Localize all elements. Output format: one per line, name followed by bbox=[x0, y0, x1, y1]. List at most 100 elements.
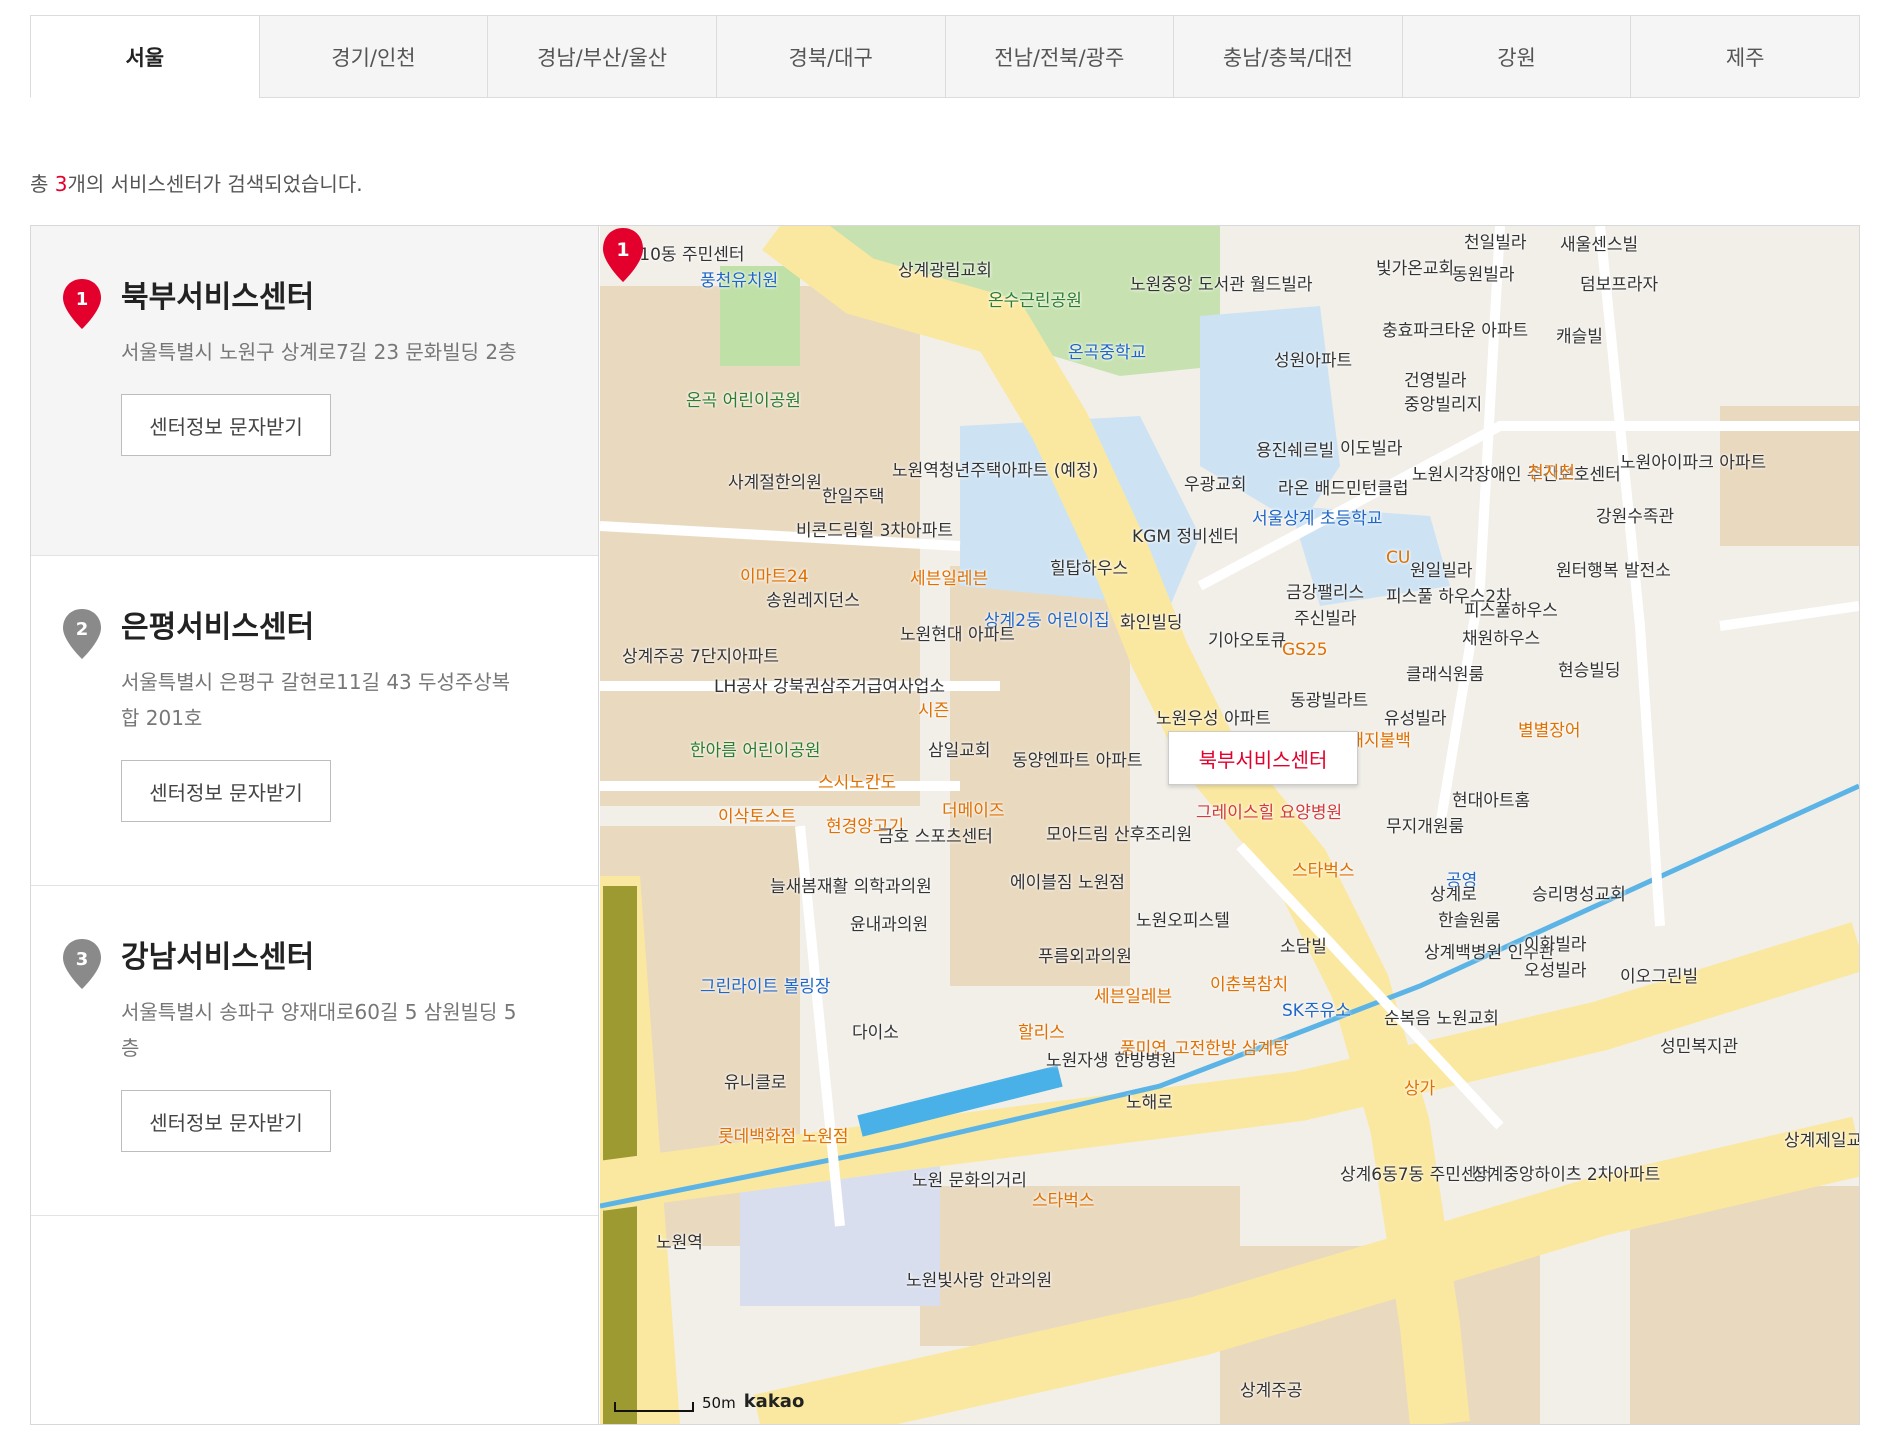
map-label: 용진쉐르빌 bbox=[1256, 441, 1335, 461]
map-label: 서울상계 초등학교 bbox=[1252, 509, 1383, 529]
map-label: 노원우성 아파트 bbox=[1156, 709, 1271, 729]
sms-info-button[interactable]: 센터정보 문자받기 bbox=[121, 760, 331, 822]
map-label: 롯데백화점 노원점 bbox=[718, 1127, 849, 1147]
map-label: LH공사 강북권삼주거급여사업소 bbox=[714, 677, 945, 697]
tab-jeju[interactable]: 제주 bbox=[1630, 16, 1859, 98]
map-label: 무지개원룸 bbox=[1386, 817, 1465, 837]
tab-gyeonggi-incheon[interactable]: 경기/인천 bbox=[258, 16, 488, 98]
summary-prefix: 총 bbox=[30, 172, 55, 196]
tab-chungnam-chungbuk-daejeon[interactable]: 충남/충북/대전 bbox=[1173, 16, 1402, 98]
map-label: 성원아파트 bbox=[1274, 351, 1353, 371]
map-label: 이춘복참치 bbox=[1210, 975, 1289, 995]
service-center-panel: 1 북부서비스센터 서울특별시 노원구 상계로7길 23 문화빌딩 2층 센터정… bbox=[30, 225, 1860, 1425]
map-label: 스타벅스 bbox=[1292, 861, 1355, 881]
map-label: 노원현대 아파트 bbox=[900, 625, 1015, 645]
map-label: 온곡 어린이공원 bbox=[686, 391, 801, 411]
map-label: 승리명성교회 bbox=[1532, 885, 1626, 905]
location-pin-icon: 1 bbox=[63, 279, 101, 329]
map-label: 이삭토스트 bbox=[718, 807, 797, 827]
tab-seoul[interactable]: 서울 bbox=[30, 16, 259, 98]
pin-number: 3 bbox=[76, 949, 89, 970]
map-scale: 50m kakao bbox=[614, 1391, 804, 1412]
tab-gyeongbuk-daegu[interactable]: 경북/대구 bbox=[715, 16, 945, 98]
map-label: 월드빌라 bbox=[1250, 275, 1313, 295]
map-label: 건영빌라 bbox=[1404, 371, 1467, 391]
scale-bar bbox=[614, 1402, 694, 1412]
map-label: 노원오피스텔 bbox=[1136, 911, 1230, 931]
map-label: 동양엔파트 아파트 bbox=[1012, 751, 1143, 771]
map-label: 덤보프라자 bbox=[1580, 275, 1659, 295]
map-label: SK주유소 bbox=[1282, 1001, 1351, 1021]
map-label: 강원수족관 bbox=[1596, 507, 1675, 527]
map-label: 라온 배드민턴클럽 bbox=[1278, 479, 1409, 499]
center-item-1[interactable]: 1 북부서비스센터 서울특별시 노원구 상계로7길 23 문화빌딩 2층 센터정… bbox=[31, 226, 598, 556]
map-label: 천일빌라 bbox=[1464, 233, 1527, 253]
pin-number: 2 bbox=[76, 619, 89, 640]
map-label: 다이소 bbox=[852, 1023, 899, 1043]
map-label: 시즌 bbox=[918, 701, 950, 721]
map-label: 세븐일레븐 bbox=[910, 569, 989, 589]
tab-gyeongnam-busan-ulsan[interactable]: 경남/부산/울산 bbox=[487, 16, 716, 98]
sms-info-button[interactable]: 센터정보 문자받기 bbox=[121, 1090, 331, 1152]
map-label: 주신빌라 bbox=[1294, 609, 1357, 629]
map-label: 풍천유치원 bbox=[700, 271, 779, 291]
map-label: 온수근린공원 bbox=[988, 291, 1082, 311]
map-label: 이오그린빌 bbox=[1620, 967, 1699, 987]
map-label: 오성빌라 bbox=[1524, 961, 1587, 981]
map-label: 더메이즈 bbox=[942, 801, 1005, 821]
center-name: 강남서비스센터 bbox=[121, 940, 315, 975]
map-label: 새울센스빌 bbox=[1560, 235, 1639, 255]
kakao-logo: kakao bbox=[743, 1391, 805, 1412]
map-label: 노원역청년주택아파트 (예정) bbox=[892, 461, 1099, 481]
map-label: 이도빌라 bbox=[1340, 439, 1403, 459]
location-pin-icon: 3 bbox=[63, 939, 101, 989]
map-label: 상계광림교회 bbox=[898, 261, 992, 281]
pin-number: 1 bbox=[76, 289, 89, 310]
map-label: 이화빌라 bbox=[1524, 935, 1587, 955]
map-label: 이마트24 bbox=[740, 567, 809, 587]
map-marker-icon[interactable]: 1 bbox=[600, 226, 646, 284]
center-item-2[interactable]: 2 은평서비스센터 서울특별시 은평구 갈현로11길 43 두성주상복합 201… bbox=[31, 556, 598, 886]
marker-number: 1 bbox=[616, 239, 629, 261]
map-label: 한아름 어린이공원 bbox=[690, 741, 821, 761]
map-label: 사계절한의원 bbox=[728, 473, 822, 493]
center-list: 1 북부서비스센터 서울특별시 노원구 상계로7길 23 문화빌딩 2층 센터정… bbox=[31, 226, 599, 1424]
tab-gangwon[interactable]: 강원 bbox=[1401, 16, 1631, 98]
map-label: 유니클로 bbox=[724, 1073, 787, 1093]
map-label: 천지천 bbox=[1528, 463, 1575, 483]
center-address: 서울특별시 송파구 양재대로60길 5 삼원빌딩 5층 bbox=[121, 1000, 517, 1060]
sms-info-button[interactable]: 센터정보 문자받기 bbox=[121, 394, 331, 456]
map-label: 노원자생 한방병원 bbox=[1046, 1051, 1177, 1071]
map-label: 송원레지던스 bbox=[766, 591, 860, 611]
tab-jeonnam-jeonbuk-gwangju[interactable]: 전남/전북/광주 bbox=[944, 16, 1174, 98]
map-label: 동원빌라 bbox=[1452, 265, 1515, 285]
map-label: 순복음 노원교회 bbox=[1384, 1009, 1499, 1029]
map-label: 현대아트홈 bbox=[1452, 791, 1531, 811]
map-view[interactable]: 상계10동 주민센터 풍천유치원 상계광림교회 온수근린공원 노원중앙 도서관 … bbox=[600, 226, 1859, 1424]
map-label: 한일주택 bbox=[822, 487, 885, 507]
map-label: 상가 bbox=[1404, 1079, 1436, 1099]
center-item-3[interactable]: 3 강남서비스센터 서울특별시 송파구 양재대로60길 5 삼원빌딩 5층 센터… bbox=[31, 886, 598, 1216]
map-label: 상계로 bbox=[1430, 885, 1477, 905]
map-label: 그린라이트 볼링장 bbox=[700, 977, 831, 997]
map-label: 성민복지관 bbox=[1660, 1037, 1739, 1057]
map-label: 에이블짐 노원점 bbox=[1010, 873, 1125, 893]
map-label: 삼일교회 bbox=[928, 741, 991, 761]
map-label: 빛가온교회 bbox=[1376, 259, 1455, 279]
map-label: 노원시각장애인 주간보호센터 bbox=[1412, 465, 1621, 485]
map-label: 클래식원룸 bbox=[1406, 665, 1485, 685]
summary-suffix: 개의 서비스센터가 검색되었습니다. bbox=[67, 172, 363, 196]
map-label: 상계6동7동 주민센터 bbox=[1340, 1165, 1493, 1185]
map-label: 금강팰리스 bbox=[1286, 583, 1365, 603]
map-label: 노원아이파크 아파트 bbox=[1620, 453, 1767, 473]
map-label: 윤내과의원 bbox=[850, 915, 929, 935]
map-label: 그레이스힐 요양병원 bbox=[1196, 803, 1343, 823]
map-label: 힐탑하우스 bbox=[1050, 559, 1129, 579]
result-summary: 총 3개의 서비스센터가 검색되었습니다. bbox=[30, 168, 363, 197]
map-label: 상계주공 7단지아파트 bbox=[622, 647, 779, 667]
selected-center-callout[interactable]: 북부서비스센터 bbox=[1168, 731, 1358, 785]
map-label: 늘새봄재활 의학과의원 bbox=[770, 877, 932, 897]
map-label: 별별장어 bbox=[1518, 721, 1581, 741]
location-pin-icon: 2 bbox=[63, 609, 101, 659]
map-label: 노원역 bbox=[656, 1233, 703, 1253]
